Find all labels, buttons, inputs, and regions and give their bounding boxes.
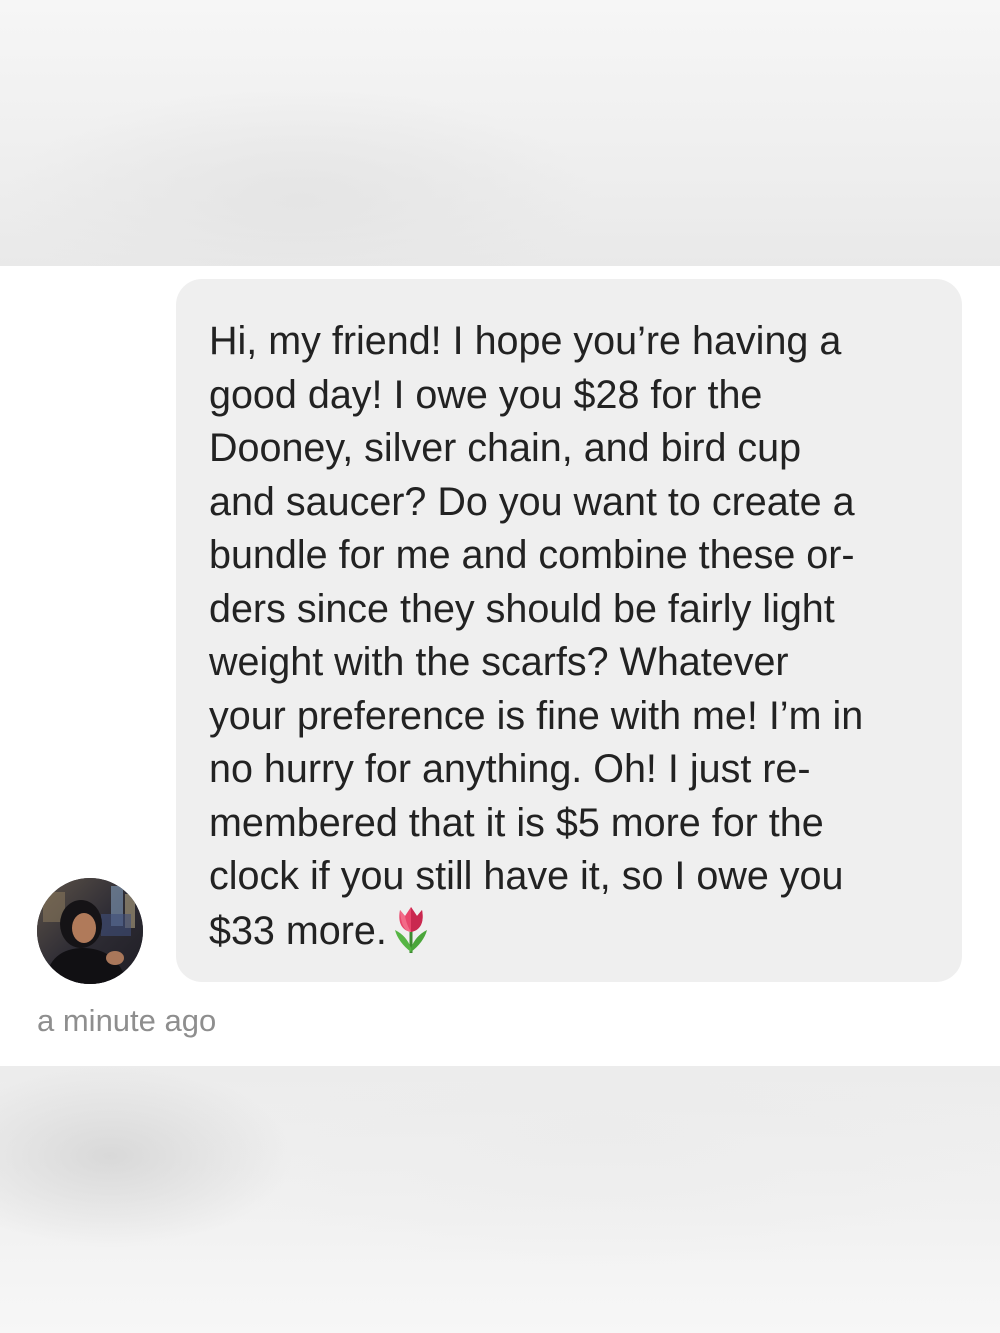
message-timestamp: a minute ago (37, 1003, 217, 1038)
profile-photo-icon (37, 878, 143, 984)
blurred-background-bottom (0, 1066, 1000, 1333)
tulip-emoji (391, 904, 431, 969)
blurred-background-top (0, 0, 1000, 266)
message-text: Hi, my friend! I hope you’re having a go… (209, 319, 864, 953)
message-thread: Hi, my friend! I hope you’re having a go… (0, 266, 1000, 1066)
message-bubble: Hi, my friend! I hope you’re having a go… (176, 279, 962, 982)
avatar[interactable] (37, 878, 143, 984)
